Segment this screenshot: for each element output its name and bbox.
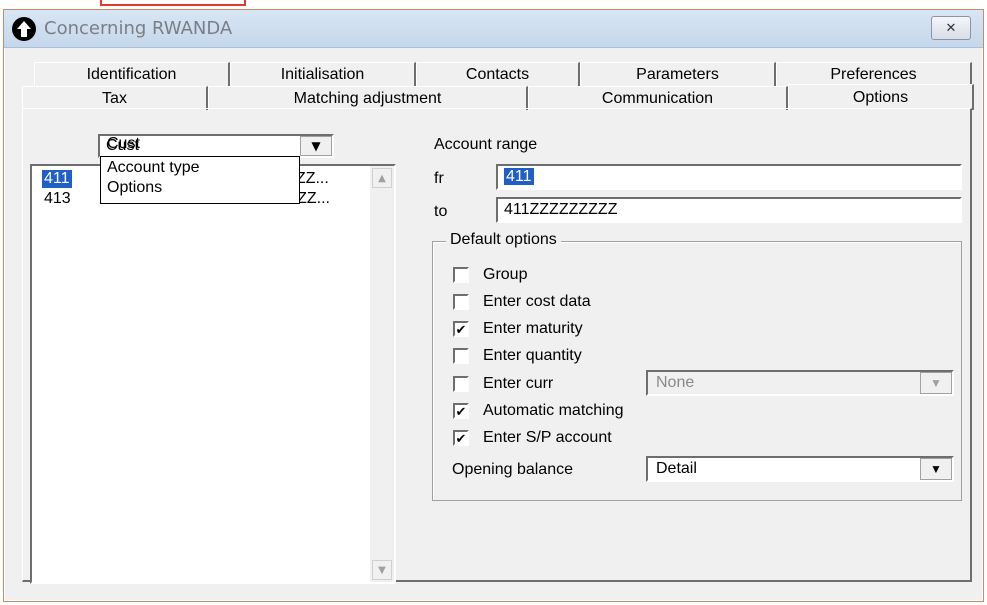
tab-identification[interactable]: Identification	[34, 62, 230, 86]
option-enter-curr[interactable]: Enter curr	[453, 374, 553, 394]
chevron-down-icon[interactable]: ▼	[300, 136, 332, 156]
checkbox-label: Enter cost data	[483, 293, 591, 310]
tab-parameters[interactable]: Parameters	[580, 62, 776, 86]
checkbox-checked[interactable]: ✔	[453, 430, 469, 446]
title-bar: Concerning RWANDA ✕	[4, 10, 983, 48]
option-enter-maturity[interactable]: ✔ Enter maturity	[453, 319, 583, 339]
checkbox-checked[interactable]: ✔	[453, 321, 469, 337]
tab-tax[interactable]: Tax	[22, 86, 208, 110]
tab-preferences[interactable]: Preferences	[776, 62, 972, 86]
tab-row-back: Identification Initialisation Contacts P…	[34, 62, 972, 86]
tab-matching-adjustment[interactable]: Matching adjustment	[208, 86, 528, 110]
top-annotation-mark	[100, 0, 246, 6]
close-button[interactable]: ✕	[931, 16, 971, 40]
opening-balance-label: Opening balance	[452, 461, 573, 478]
checkbox-label: Enter S/P account	[483, 429, 612, 446]
account-code: 413	[44, 190, 71, 207]
option-automatic-matching[interactable]: ✔ Automatic matching	[453, 401, 624, 421]
window-title: Concerning RWANDA	[44, 18, 233, 39]
checkbox[interactable]	[453, 267, 469, 283]
from-field[interactable]: 411	[496, 164, 962, 190]
to-value: 411ZZZZZZZZZ	[504, 201, 618, 218]
opening-balance-select[interactable]: Detail ▼	[646, 456, 954, 482]
scroll-up-icon[interactable]: ▲	[372, 168, 392, 188]
checkbox[interactable]	[453, 294, 469, 310]
option-enter-cost-data[interactable]: Enter cost data	[453, 292, 591, 312]
checkbox-label: Enter maturity	[483, 320, 583, 337]
checkbox-label: Enter quantity	[483, 347, 582, 364]
tab-row-front: Tax Matching adjustment Communication Op…	[22, 84, 974, 110]
tab-initialisation[interactable]: Initialisation	[230, 62, 416, 86]
account-list[interactable]: 411 411ZZZZZZZZZ... 413 413ZZZZZZZZZ... …	[30, 164, 396, 584]
chevron-down-icon: ▼	[920, 372, 952, 394]
from-value: 411	[504, 168, 534, 185]
currency-select: None ▼	[646, 370, 954, 396]
option-enter-quantity[interactable]: Enter quantity	[453, 346, 582, 366]
option-group[interactable]: Group	[453, 265, 527, 285]
checkbox-label: Automatic matching	[483, 402, 624, 419]
checkbox[interactable]	[453, 348, 469, 364]
option-enter-sp-account[interactable]: ✔ Enter S/P account	[453, 428, 612, 448]
close-icon: ✕	[945, 20, 957, 36]
opening-balance-value: Detail	[656, 460, 697, 477]
scroll-down-icon[interactable]: ▼	[372, 560, 392, 580]
default-options-title: Default options	[446, 231, 561, 249]
account-range-label: Account range	[434, 136, 538, 153]
dropdown-option-account-type[interactable]: Account type	[107, 159, 200, 177]
account-code: 411	[42, 170, 72, 188]
tab-options[interactable]: Options	[788, 84, 974, 110]
to-label: to	[434, 203, 448, 220]
dropdown-option-options[interactable]: Options	[107, 179, 162, 197]
checkbox-checked[interactable]: ✔	[453, 403, 469, 419]
chevron-down-icon[interactable]: ▼	[920, 458, 952, 480]
dropdown-option-cust[interactable]: Cust	[107, 135, 140, 153]
checkbox[interactable]	[453, 376, 469, 392]
from-label: fr	[434, 170, 444, 187]
filter-dropdown-list: Cust Account type Options	[100, 135, 300, 204]
tab-communication[interactable]: Communication	[528, 86, 788, 110]
up-arrow-icon	[12, 17, 36, 41]
tab-contacts[interactable]: Contacts	[416, 62, 580, 86]
checkbox-label: Group	[483, 266, 528, 283]
checkbox-label: Enter curr	[483, 375, 554, 392]
currency-value: None	[656, 374, 695, 391]
list-scrollbar[interactable]: ▲ ▼	[370, 166, 394, 582]
to-field[interactable]: 411ZZZZZZZZZ	[496, 197, 962, 223]
